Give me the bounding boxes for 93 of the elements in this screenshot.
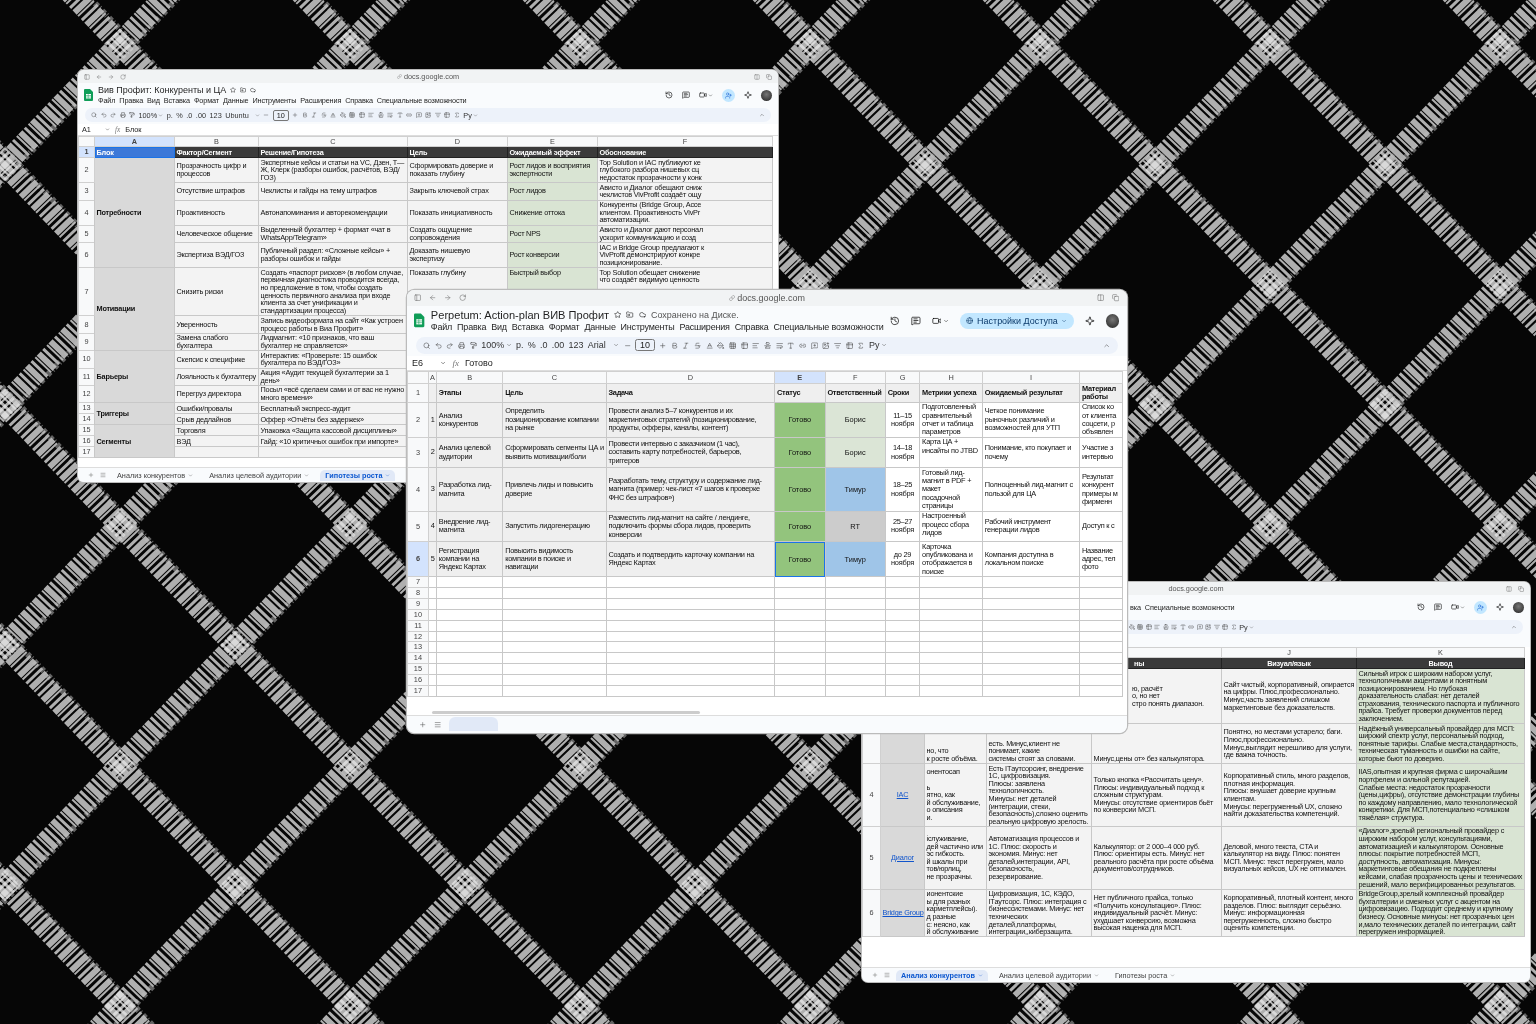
status-cell: Готово — [775, 437, 825, 468]
column-letter[interactable]: B — [436, 371, 503, 384]
table-cell: Полноценный лид-магнит с пользой для ЦА — [982, 467, 1080, 512]
owner-cell: RT — [825, 511, 885, 542]
status-cell: Готово — [775, 542, 825, 577]
table-cell: Подготовленный сравнительный отчет и таблица параметров — [919, 402, 983, 438]
owner-cell: Тимур — [825, 542, 885, 577]
table-cell: Привлечь лиды и повысить доверие — [502, 467, 607, 512]
row-number[interactable]: 7 — [407, 576, 429, 588]
owner-cell: Борис — [825, 437, 885, 468]
row-number[interactable]: 13 — [407, 641, 429, 653]
table-cell: Регистрация компании на Яндекс Картах — [436, 541, 503, 577]
row-number[interactable]: 6 — [407, 541, 429, 577]
table-cell: Внедрение лид-магнита — [436, 511, 503, 542]
menu-item[interactable]: Формат — [548, 322, 580, 333]
status-cell: Готово — [775, 511, 825, 542]
document-title[interactable]: Вив Профит: Конкуренты и ЦА — [98, 85, 227, 95]
column-letter[interactable]: C — [502, 371, 607, 384]
menu-item[interactable]: Вид — [491, 322, 507, 333]
column-letter[interactable]: D — [606, 371, 775, 384]
table-cell: Определить позиционирование компании на рынке — [502, 402, 607, 438]
table-cell: Список ко от клиента соцсети, р объявлен — [1079, 402, 1123, 438]
table-cell: Анализ конкурентов — [436, 402, 503, 438]
format-option[interactable]: .0 — [540, 340, 548, 351]
input-tools[interactable]: Ру — [869, 340, 880, 351]
table-cell: Настроенный процесс сбора лидов — [919, 511, 983, 542]
row-number[interactable]: 11 — [407, 620, 429, 632]
table-cell: Создать и подтвердить карточку компании на Яндекс Картах — [606, 541, 775, 577]
column-letter[interactable]: A — [428, 371, 437, 384]
table-cell: Повысить видимость компании в поиске и навигации — [502, 541, 607, 577]
menu-item[interactable]: Правка — [457, 322, 487, 333]
row-number[interactable]: 16 — [407, 674, 429, 686]
menu-item[interactable]: Инструменты — [620, 322, 675, 333]
row-number[interactable]: 3 — [407, 437, 429, 468]
table-cell: Рабочий инструмент генерации лидов — [982, 511, 1080, 542]
table-cell: Понимание, кто покупает и почему — [982, 437, 1080, 468]
menu-item[interactable]: Файл — [430, 322, 453, 333]
row-number[interactable]: 4 — [407, 467, 429, 512]
status-cell: Готово — [775, 402, 825, 437]
table-cell: Карта ЦА + инсайты по JTBD — [919, 437, 983, 468]
menu-item[interactable]: Вставка — [511, 322, 544, 333]
cell-reference[interactable]: E6 — [411, 358, 423, 369]
menu-item[interactable]: Данные — [584, 322, 616, 333]
row-number[interactable]: 14 — [407, 652, 429, 664]
table-cell: Провести анализ 5–7 конкурентов и их маркетинговых стратегий (позиционирование, продукты, офферы, каналы, контент) — [606, 402, 775, 438]
table-cell: 3 — [428, 467, 437, 512]
row-number[interactable]: 2 — [407, 402, 429, 438]
column-letter[interactable]: I — [982, 371, 1080, 384]
table-cell: 2 — [428, 437, 437, 468]
table-cell: Сформировать сегменты ЦА и выявить мотивации/боли — [502, 437, 607, 468]
table-cell: Разместить лид-магнит на сайте / лендинге, подключить формы сбора лидов, проверить конверсии — [606, 511, 775, 542]
row-number[interactable]: 15 — [407, 663, 429, 675]
table-cell: Разработать тему, структуру и содержание лид-магнита (пример: чек-лист «7 шагов к проверке ФНС без штрафов») — [606, 467, 775, 512]
table-cell: Карточка опубликована и отображается в поиске — [919, 541, 983, 577]
table-cell: 4 — [428, 511, 437, 542]
menu-item[interactable]: Специальные возможности — [773, 322, 884, 333]
column-letter[interactable]: F — [825, 371, 886, 384]
row-number[interactable]: 12 — [407, 631, 429, 642]
status-cell: Готово — [775, 468, 825, 511]
row-number[interactable]: 17 — [407, 685, 429, 697]
table-cell: 1 — [428, 402, 437, 438]
table-cell: Разработка лид-магнита — [436, 467, 503, 512]
row-number[interactable]: 9 — [407, 598, 429, 610]
formula-value[interactable]: Готово — [465, 358, 493, 369]
share-button[interactable]: Настройки Доступа — [959, 312, 1074, 329]
menu-item[interactable]: Справка — [734, 322, 769, 333]
table-cell: Запустить лидогенерацию — [502, 511, 607, 542]
table-cell: Провести интервью с заказчиком (1 час), составить карту потребностей, барьеров, триггеров — [606, 437, 775, 468]
row-number[interactable]: 5 — [407, 511, 429, 542]
table-cell: Компания доступна в локальном поиске — [982, 541, 1080, 577]
menu-item[interactable]: Расширения — [679, 322, 730, 333]
format-option[interactable]: .00 — [551, 340, 565, 351]
format-option[interactable]: % — [527, 340, 536, 351]
table-cell: Анализ целевой аудитории — [436, 437, 503, 468]
function-label: fx — [452, 358, 459, 369]
format-option[interactable]: р. — [515, 340, 524, 351]
column-letter[interactable]: E — [774, 371, 826, 384]
row-number[interactable]: 10 — [407, 609, 429, 621]
column-letter[interactable]: H — [919, 371, 983, 384]
column-letter[interactable]: G — [885, 371, 920, 384]
owner-cell: Тимур — [825, 468, 885, 511]
table-cell: Готовый лид-магнит в PDF + макет посадочной страницы — [919, 467, 983, 512]
format-option[interactable]: 123 — [568, 340, 584, 351]
table-cell: 18–25 ноября — [885, 467, 920, 512]
font-size-field[interactable]: 10 — [635, 339, 655, 352]
zoom-select[interactable]: 100% — [481, 340, 505, 351]
font-select[interactable]: Arial — [587, 340, 606, 351]
owner-cell: Борис — [825, 402, 885, 437]
table-cell: Результат конкурент примеры м фирменн — [1079, 467, 1123, 512]
table-cell: Четкое понимание рыночных различий и возможностей для УТП — [982, 402, 1080, 438]
table-cell: 5 — [428, 541, 437, 577]
row-number[interactable]: 8 — [407, 587, 429, 599]
table-cell: Название адрес, тел фото — [1079, 541, 1123, 577]
